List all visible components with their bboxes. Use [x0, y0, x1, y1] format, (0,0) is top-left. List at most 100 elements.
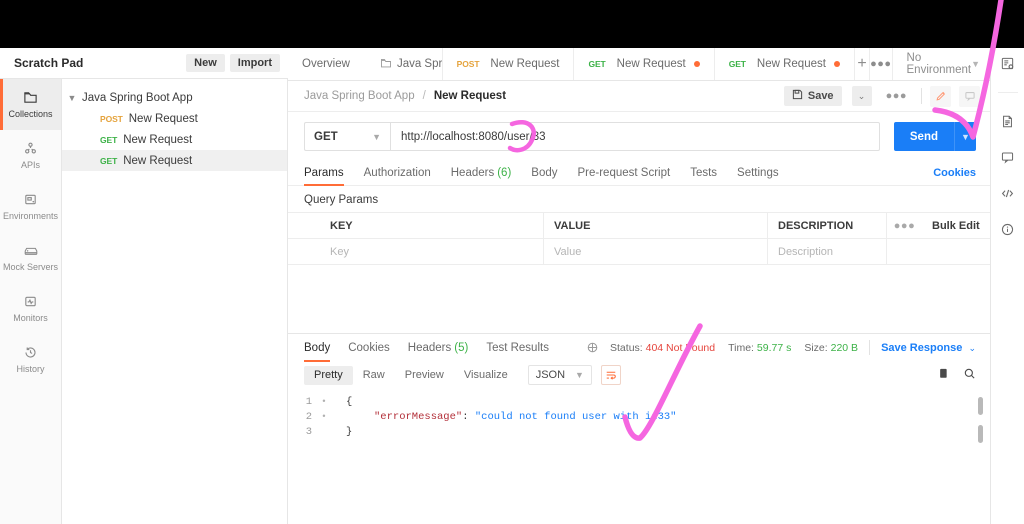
table-row[interactable]: Key Value Description	[288, 239, 990, 265]
tab-authorization-label: Authorization	[363, 166, 431, 179]
method-badge: GET	[100, 134, 118, 145]
param-value-placeholder: Value	[554, 245, 582, 258]
sidebar-item-environments[interactable]: Environments	[0, 181, 61, 232]
response-tab-body-label: Body	[304, 341, 331, 354]
chevron-down-icon[interactable]: ▼	[62, 93, 82, 103]
fold-gutter[interactable]: • •	[318, 389, 330, 524]
breadcrumb-bar: Java Spring Boot App / New Request Save …	[288, 81, 990, 112]
collection-name: Java Spring Boot App	[82, 91, 193, 104]
new-tab-plus-icon[interactable]: +	[855, 48, 871, 80]
response-tab-headers[interactable]: Headers (5)	[408, 334, 469, 362]
send-options-caret[interactable]: ▼	[954, 122, 976, 151]
unsaved-changes-dot	[833, 61, 840, 67]
table-header-row: KEY VALUE DESCRIPTION ●●● Bulk Edit	[288, 213, 990, 239]
cookies-link[interactable]: Cookies	[933, 167, 976, 179]
response-tab-cookies[interactable]: Cookies	[348, 334, 390, 362]
request-name: New Request	[128, 112, 198, 125]
param-description-input[interactable]: Description	[768, 239, 886, 265]
tab-settings[interactable]: Settings	[737, 160, 779, 186]
response-tab-body[interactable]: Body	[304, 334, 331, 362]
response-settings-icon[interactable]	[586, 341, 599, 354]
header-value: VALUE	[544, 213, 768, 239]
params-empty-space	[288, 265, 990, 333]
tab-headers[interactable]: Headers (6)	[451, 160, 512, 186]
save-button[interactable]: Save	[783, 86, 842, 106]
view-mode-preview[interactable]: Preview	[395, 366, 454, 385]
response-tab-test-results[interactable]: Test Results	[486, 334, 549, 362]
code-snippet-icon[interactable]	[1000, 186, 1015, 201]
time-value: 59.77 s	[756, 341, 792, 354]
line-number: 1	[305, 396, 312, 408]
sidebar-item-collections-label: Collections	[8, 109, 53, 119]
workspace-header: Scratch Pad New Import	[0, 48, 288, 79]
postman-app: Collections APIs Environments Mock Serve…	[0, 48, 1024, 524]
response-tab-headers-count: (5)	[454, 341, 469, 354]
response-meta: Status: 404 Not Found Time: 59.77 s Size…	[610, 342, 858, 354]
response-format-select[interactable]: JSON ▼	[527, 365, 592, 385]
response-body-code[interactable]: 1 2 3 • • { "errorMessage": "could not f…	[288, 389, 990, 524]
param-value-input[interactable]: Value	[544, 239, 768, 265]
tab-request-get-1[interactable]: GET New Request	[574, 48, 715, 80]
wrap-lines-icon[interactable]	[600, 365, 621, 385]
view-mode-pretty[interactable]: Pretty	[304, 365, 353, 385]
line-number: 3	[305, 426, 312, 438]
search-icon[interactable]	[963, 367, 976, 383]
tab-pre-request-script[interactable]: Pre-request Script	[578, 160, 671, 186]
import-button[interactable]: Import	[229, 54, 280, 72]
request-item-get-1[interactable]: GET New Request	[62, 129, 287, 150]
tab-params[interactable]: Params	[304, 160, 344, 186]
response-tab-headers-label: Headers	[407, 341, 452, 354]
view-mode-visualize[interactable]: Visualize	[454, 366, 518, 385]
view-mode-raw[interactable]: Raw	[353, 366, 395, 385]
breadcrumb-collection[interactable]: Java Spring Boot App	[304, 90, 415, 102]
tab-request-get-2[interactable]: GET New Request	[715, 48, 855, 80]
copy-icon[interactable]	[937, 367, 950, 383]
param-key-input[interactable]: Key	[320, 239, 544, 265]
tabs-more-icon[interactable]: ●●●	[870, 48, 893, 80]
sidebar-item-history[interactable]: History	[0, 334, 61, 385]
bulk-edit-button[interactable]: Bulk Edit	[922, 213, 990, 239]
send-button[interactable]: Send	[893, 122, 954, 151]
comment-icon[interactable]	[959, 85, 980, 107]
tab-authorization[interactable]: Authorization	[364, 160, 431, 186]
tab-overview[interactable]: Overview	[288, 48, 366, 80]
params-more-icon[interactable]: ●●●	[886, 213, 922, 239]
tab-collection-overview[interactable]: Java Spring Boot	[366, 48, 443, 80]
time-group: Time: 59.77 s	[728, 342, 791, 354]
request-item-post[interactable]: POST New Request	[62, 108, 287, 129]
param-description-placeholder: Description	[778, 245, 834, 258]
sidebar-item-mock-servers[interactable]: Mock Servers	[0, 232, 61, 283]
tab-tests[interactable]: Tests	[690, 160, 717, 186]
workspace-title: Scratch Pad	[14, 56, 84, 70]
row-checkbox[interactable]	[288, 239, 320, 265]
sidebar-item-collections[interactable]: Collections	[0, 79, 61, 130]
save-response-button[interactable]: Save Response ⌄	[881, 342, 976, 354]
sidebar-item-apis[interactable]: APIs	[0, 130, 61, 181]
environment-selector-label: No Environment	[906, 52, 972, 76]
response-format-value: JSON	[535, 369, 566, 381]
screenshot-root: Collections APIs Environments Mock Serve…	[0, 0, 1024, 524]
new-button[interactable]: New	[186, 54, 225, 72]
documentation-icon[interactable]	[1000, 114, 1015, 129]
code-scrollbar-thumb	[978, 397, 983, 415]
code-scrollbar-track[interactable]	[978, 397, 983, 497]
comments-icon[interactable]	[1000, 150, 1015, 165]
url-input[interactable]: http://localhost:8080/user/33	[390, 122, 880, 151]
tab-collection-label: Java Spring Boot	[396, 58, 443, 70]
http-method-select[interactable]: GET ▼	[304, 122, 390, 151]
sidebar-item-environments-label: Environments	[2, 211, 59, 221]
tab-request-post[interactable]: POST New Request	[443, 48, 575, 80]
request-more-icon[interactable]: ●●●	[880, 90, 913, 102]
edit-pencil-icon[interactable]	[930, 85, 951, 107]
divider	[921, 88, 922, 104]
request-item-get-2[interactable]: GET New Request	[62, 150, 287, 171]
tab-body[interactable]: Body	[531, 160, 557, 186]
environment-selector[interactable]: No Environment ▼	[893, 48, 990, 80]
environment-quick-look-icon[interactable]	[1000, 56, 1015, 71]
collection-node[interactable]: ▼ Java Spring Boot App	[62, 87, 287, 108]
sidebar-item-monitors[interactable]: Monitors	[0, 283, 61, 334]
save-options-caret[interactable]: ⌄	[851, 86, 872, 106]
info-icon[interactable]	[1000, 222, 1015, 237]
query-params-title: Query Params	[304, 194, 379, 206]
sidebar-item-history-label: History	[16, 364, 45, 374]
